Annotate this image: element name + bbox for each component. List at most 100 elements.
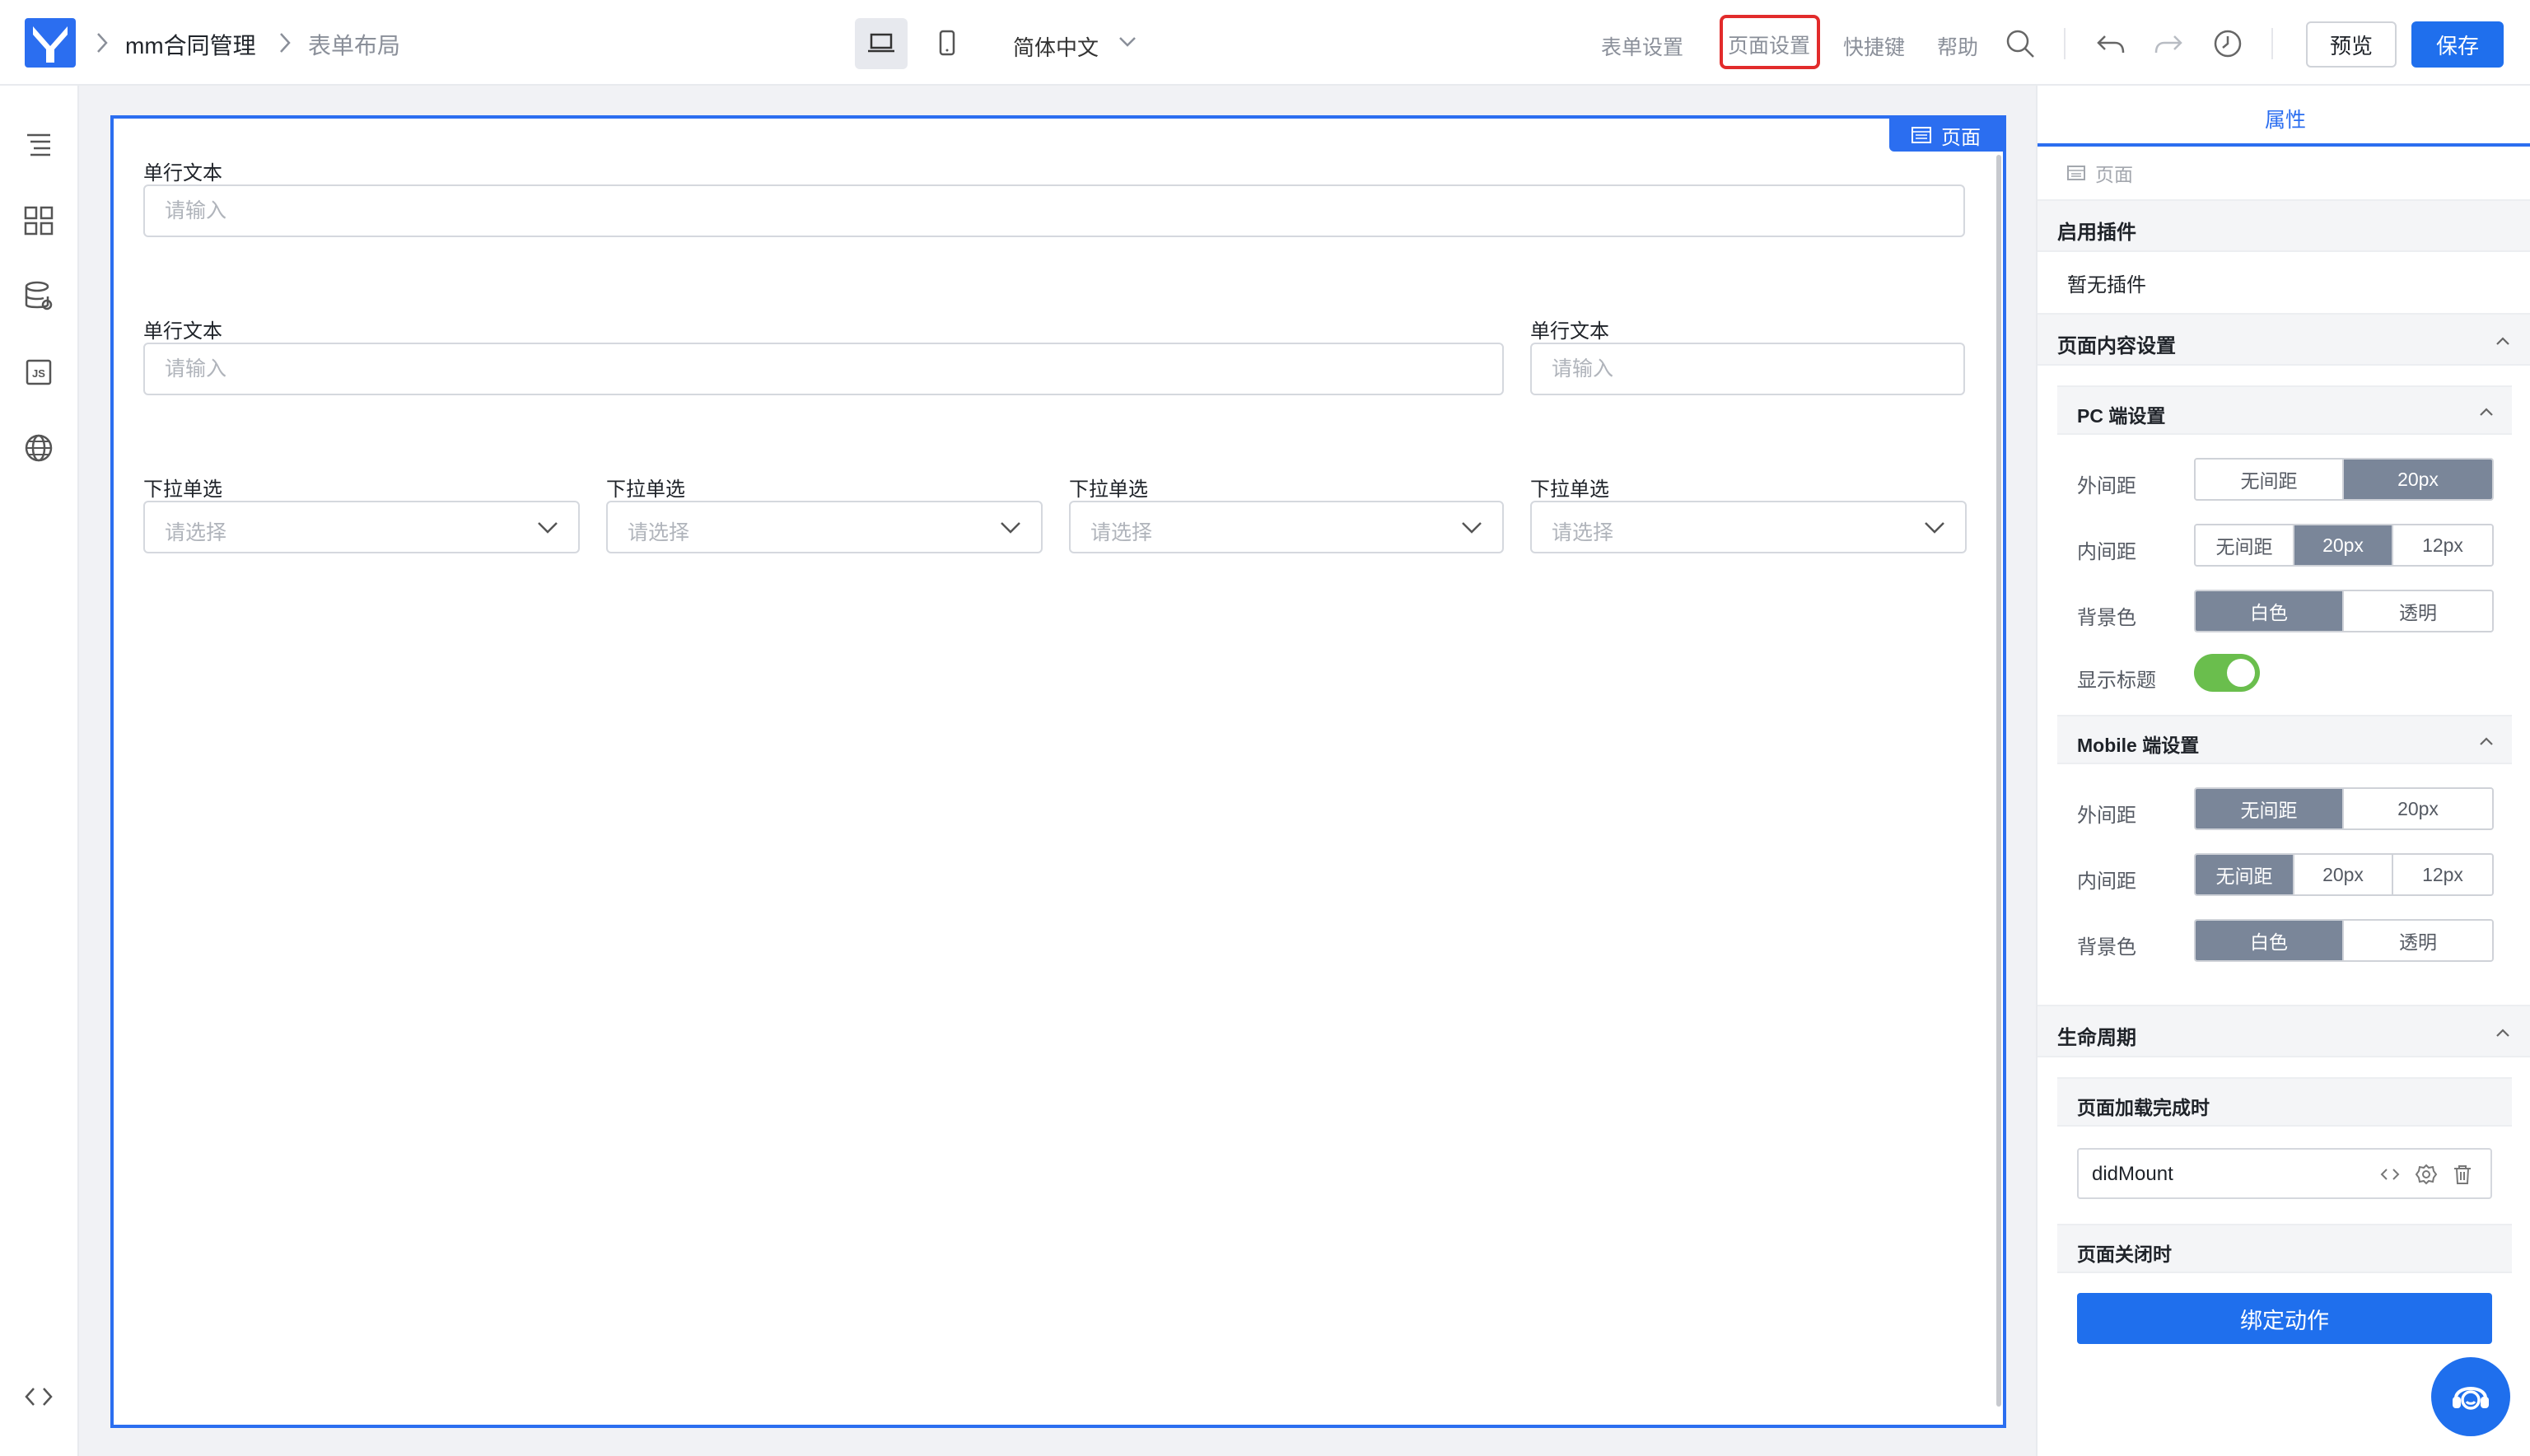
source-code-icon[interactable] <box>22 1380 55 1413</box>
section-plugins: 启用插件 <box>2038 199 2530 252</box>
nav-form-settings[interactable]: 表单设置 <box>1601 31 1683 61</box>
text-input[interactable] <box>1530 343 1965 395</box>
mobile-padding-segment: 无间距 20px 12px <box>2194 853 2494 896</box>
laptop-icon <box>868 33 894 53</box>
show-title-toggle[interactable] <box>2194 654 2260 692</box>
chevron-right-icon <box>97 33 108 53</box>
segment-option[interactable]: 20px <box>2294 855 2393 894</box>
properties-panel: 属性 页面 启用插件 暂无插件 页面内容设置 PC 端设置 外间距 无间距 20… <box>2036 86 2530 1456</box>
customer-service-button[interactable] <box>2431 1357 2510 1436</box>
field-label: 单行文本 <box>143 320 222 343</box>
phone-icon <box>939 30 955 56</box>
toolbar-divider <box>2064 28 2066 59</box>
toolbar-divider <box>2271 28 2273 59</box>
tab-label: 属性 <box>2265 109 2307 132</box>
mobile-margin-segment: 无间距 20px <box>2194 787 2494 830</box>
mobile-view-button[interactable] <box>921 18 973 69</box>
chevron-up-icon <box>2480 737 2493 745</box>
bind-action-button[interactable]: 绑定动作 <box>2077 1293 2492 1344</box>
nav-help[interactable]: 帮助 <box>1937 31 1978 61</box>
redo-icon[interactable] <box>2153 28 2184 59</box>
section-title: 启用插件 <box>2057 222 2136 244</box>
section-lifecycle[interactable]: 生命周期 <box>2038 1005 2530 1057</box>
segment-option[interactable]: 12px <box>2393 525 2492 565</box>
code-icon[interactable] <box>2378 1163 2402 1186</box>
breadcrumb-app[interactable]: mm合同管理 <box>125 28 256 61</box>
segment-option-selected[interactable]: 20px <box>2294 525 2393 565</box>
segment-option-selected[interactable]: 无间距 <box>2196 789 2344 828</box>
mobile-bg-segment: 白色 透明 <box>2194 919 2494 962</box>
chevron-up-icon <box>2480 408 2493 416</box>
section-title: 页面内容设置 <box>2057 335 2176 357</box>
canvas-page-tag[interactable]: 页面 <box>1889 119 2003 152</box>
pc-margin-label: 外间距 <box>2077 475 2136 497</box>
section-page-content[interactable]: 页面内容设置 <box>2038 313 2530 366</box>
canvas-scrollbar[interactable] <box>1996 155 2001 1407</box>
globe-icon[interactable] <box>22 432 55 464</box>
subsection-mobile[interactable]: Mobile 端设置 <box>2057 715 2512 764</box>
select-placeholder: 请选择 <box>628 521 690 544</box>
page-canvas[interactable]: 页面 单行文本 单行文本 单行文本 下拉单选 请选择 下拉单选 请选择 下拉单选… <box>110 115 2006 1428</box>
datasource-icon[interactable] <box>22 280 55 313</box>
chevron-up-icon <box>2496 1029 2509 1037</box>
lifecycle-handler-row[interactable]: didMount <box>2077 1148 2492 1199</box>
page-icon <box>2067 166 2085 180</box>
lifecycle-on-load: 页面加载完成时 <box>2057 1077 2512 1127</box>
select-placeholder: 请选择 <box>1552 521 1614 544</box>
segment-option[interactable]: 20px <box>2344 789 2492 828</box>
js-code-icon[interactable]: JS <box>22 356 55 389</box>
segment-option-selected[interactable]: 白色 <box>2196 921 2344 960</box>
preview-button[interactable]: 预览 <box>2306 21 2397 68</box>
crumb-label: 页面 <box>2095 164 2133 185</box>
pc-bg-label: 背景色 <box>2077 607 2136 629</box>
headset-icon <box>2453 1387 2489 1410</box>
outline-tree-icon[interactable] <box>22 128 55 161</box>
subsection-title: PC 端设置 <box>2077 405 2166 427</box>
page-icon <box>1912 127 1931 143</box>
undo-icon[interactable] <box>2095 28 2126 59</box>
mobile-padding-label: 内间距 <box>2077 870 2136 893</box>
text-input[interactable] <box>143 184 1965 237</box>
text-input[interactable] <box>143 343 1504 395</box>
gear-icon[interactable] <box>2415 1163 2438 1186</box>
segment-option[interactable]: 无间距 <box>2196 460 2344 499</box>
segment-option[interactable]: 12px <box>2393 855 2492 894</box>
field-label: 单行文本 <box>1530 320 1609 343</box>
segment-option[interactable]: 无间距 <box>2196 525 2294 565</box>
dropdown-select[interactable]: 请选择 <box>606 501 1043 553</box>
pc-bg-segment: 白色 透明 <box>2194 590 2494 632</box>
segment-option-selected[interactable]: 白色 <box>2196 591 2344 631</box>
language-select[interactable]: 简体中文 <box>1013 31 1099 62</box>
subsection-pc[interactable]: PC 端设置 <box>2057 385 2512 435</box>
yida-logo-icon[interactable] <box>25 18 76 68</box>
dropdown-select[interactable]: 请选择 <box>1530 501 1967 553</box>
select-placeholder: 请选择 <box>165 521 227 544</box>
chevron-down-icon <box>538 522 558 534</box>
section-title: 生命周期 <box>2057 1027 2136 1049</box>
dropdown-select[interactable]: 请选择 <box>1069 501 1504 553</box>
segment-option[interactable]: 透明 <box>2344 921 2492 960</box>
components-grid-icon[interactable] <box>22 204 55 237</box>
save-button[interactable]: 保存 <box>2411 21 2504 68</box>
nav-shortcuts[interactable]: 快捷键 <box>1843 31 1905 61</box>
pc-padding-label: 内间距 <box>2077 541 2136 563</box>
field-label: 单行文本 <box>143 162 222 184</box>
segment-option-selected[interactable]: 20px <box>2344 460 2492 499</box>
pc-view-button[interactable] <box>855 18 908 69</box>
segment-option-selected[interactable]: 无间距 <box>2196 855 2294 894</box>
nav-page-settings[interactable]: 页面设置 <box>1728 30 1810 59</box>
handler-name: didMount <box>2092 1163 2173 1185</box>
segment-option[interactable]: 透明 <box>2344 591 2492 631</box>
svg-text:JS: JS <box>32 367 45 380</box>
lifecycle-event-title: 页面加载完成时 <box>2077 1097 2210 1118</box>
tab-properties[interactable]: 属性 <box>2038 86 2530 147</box>
chevron-down-icon[interactable] <box>1118 36 1137 48</box>
search-icon[interactable] <box>2005 28 2036 59</box>
mobile-margin-label: 外间距 <box>2077 805 2136 827</box>
dropdown-select[interactable]: 请选择 <box>143 501 580 553</box>
history-icon[interactable] <box>2212 28 2243 59</box>
trash-icon[interactable] <box>2451 1163 2474 1186</box>
field-label: 下拉单选 <box>606 478 685 501</box>
panel-breadcrumb: 页面 <box>2067 158 2133 188</box>
field-label: 下拉单选 <box>143 478 222 501</box>
